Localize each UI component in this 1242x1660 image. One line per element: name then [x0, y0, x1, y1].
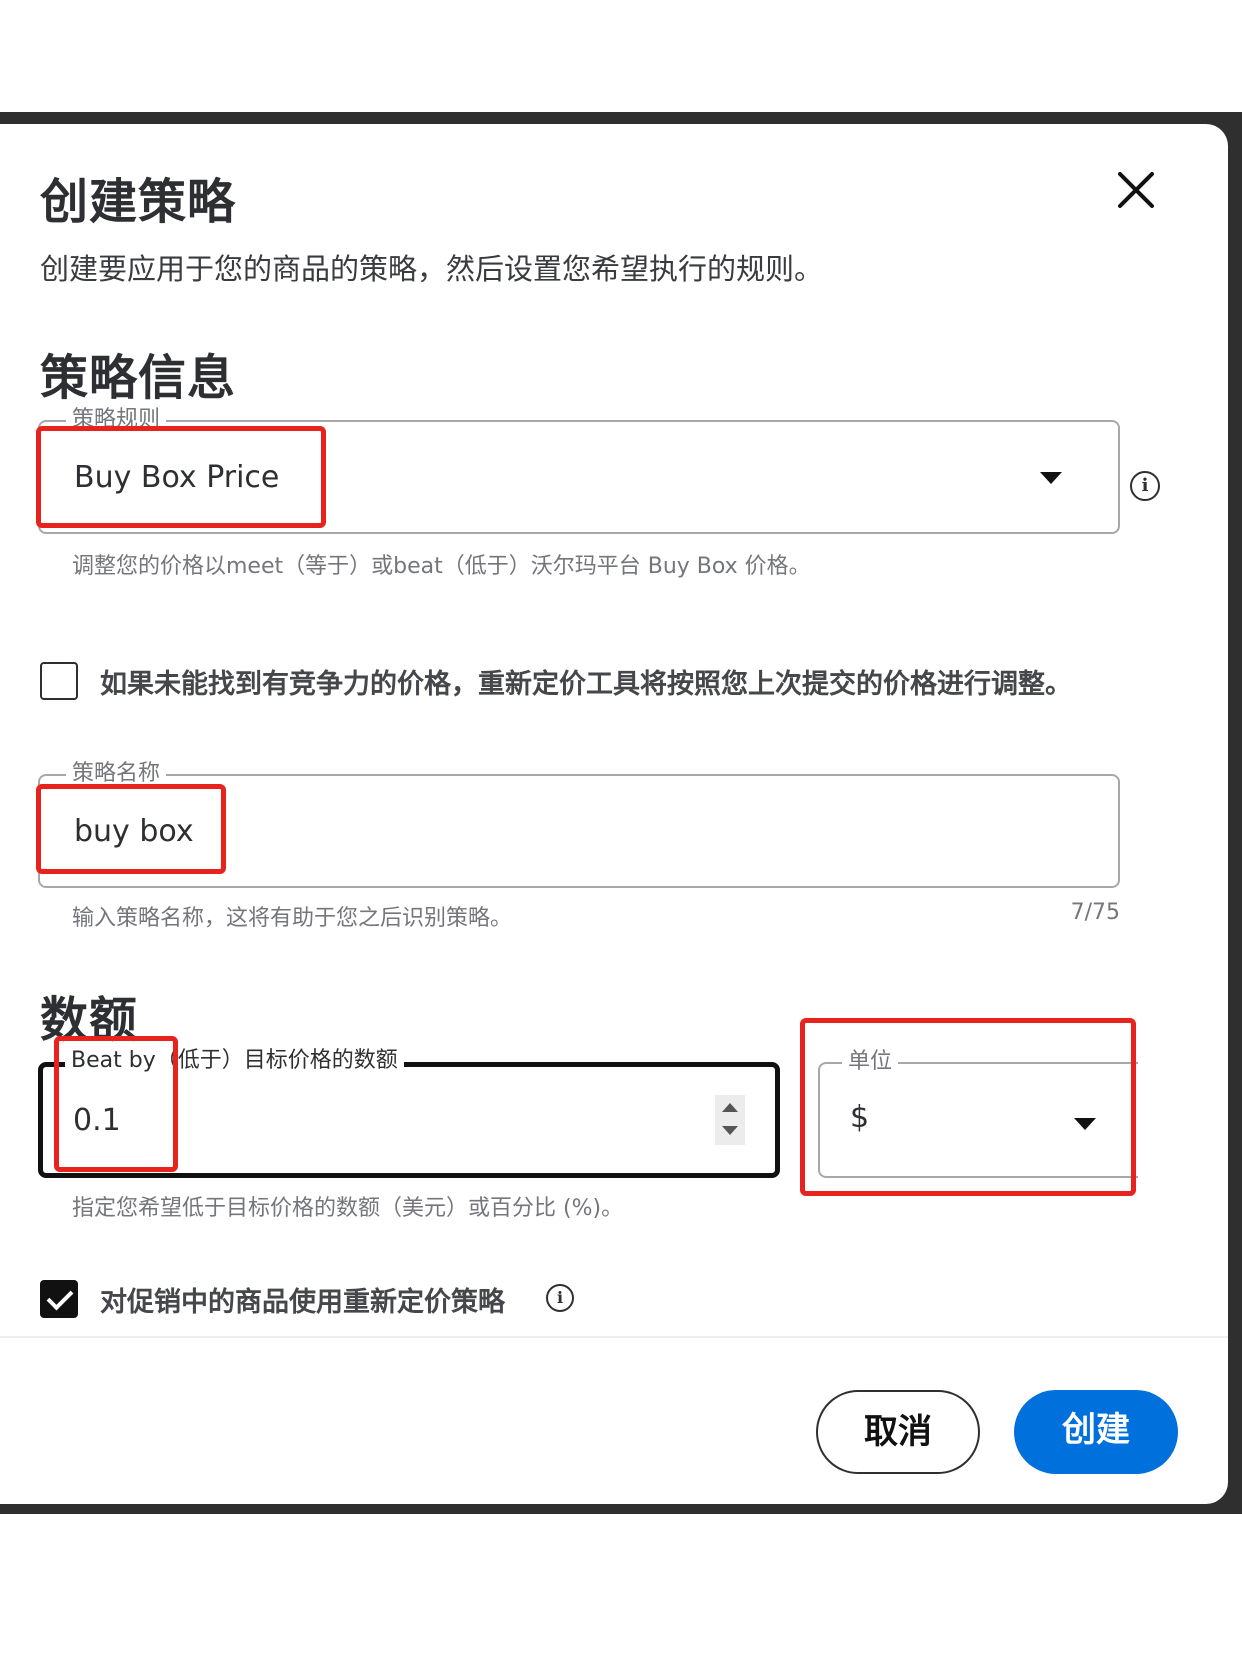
- beat-by-amount-value: 0.1: [73, 1103, 121, 1138]
- unit-select[interactable]: 单位 $: [818, 1048, 1138, 1178]
- fallback-price-checkbox[interactable]: [40, 662, 78, 700]
- decrement-arrow-icon[interactable]: [722, 1126, 738, 1135]
- strategy-rule-label: 策略规则: [66, 406, 167, 434]
- strategy-name-label: 策略名称: [66, 760, 167, 788]
- close-button[interactable]: [1114, 168, 1158, 212]
- info-icon[interactable]: i: [1130, 471, 1160, 501]
- section-heading-amount: 数额: [40, 992, 139, 1048]
- chevron-down-icon: [1040, 472, 1062, 484]
- fallback-price-label: 如果未能找到有竞争力的价格，重新定价工具将按照您上次提交的价格进行调整。: [100, 669, 1072, 700]
- create-button[interactable]: 创建: [1014, 1390, 1178, 1474]
- strategy-name-value: buy box: [74, 814, 194, 849]
- strategy-name-input[interactable]: 策略名称 buy box: [38, 760, 1120, 888]
- strategy-name-helper: 输入策略名称，这将有助于您之后识别策略。: [72, 906, 513, 931]
- unit-label: 单位: [842, 1048, 899, 1076]
- number-stepper[interactable]: [715, 1095, 745, 1145]
- increment-arrow-icon[interactable]: [722, 1103, 738, 1112]
- unit-value: $: [850, 1100, 870, 1135]
- strategy-rule-select[interactable]: 策略规则 Buy Box Price: [38, 406, 1120, 534]
- section-heading-strategy-info: 策略信息: [40, 350, 237, 406]
- modal-subtitle: 创建要应用于您的商品的策略，然后设置您希望执行的规则。: [40, 252, 824, 286]
- footer-divider: [0, 1336, 1228, 1338]
- modal-title: 创建策略: [40, 174, 237, 230]
- cancel-button[interactable]: 取消: [816, 1390, 980, 1474]
- amount-helper: 指定您希望低于目标价格的数额（美元）或百分比 (%)。: [72, 1196, 624, 1221]
- beat-by-amount-input[interactable]: Beat by（低于）目标价格的数额 0.1: [38, 1047, 780, 1178]
- promo-items-label: 对促销中的商品使用重新定价策略: [100, 1287, 505, 1318]
- strategy-rule-helper: 调整您的价格以meet（等于）或beat（低于）沃尔玛平台 Buy Box 价格…: [72, 554, 811, 579]
- strategy-rule-value: Buy Box Price: [74, 460, 280, 495]
- beat-by-amount-label: Beat by（低于）目标价格的数额: [65, 1047, 404, 1075]
- close-icon: [1118, 172, 1154, 208]
- info-icon[interactable]: i: [546, 1284, 574, 1312]
- chevron-down-icon: [1074, 1118, 1096, 1130]
- character-counter: 7/75: [1070, 900, 1120, 925]
- promo-items-checkbox[interactable]: [40, 1280, 78, 1318]
